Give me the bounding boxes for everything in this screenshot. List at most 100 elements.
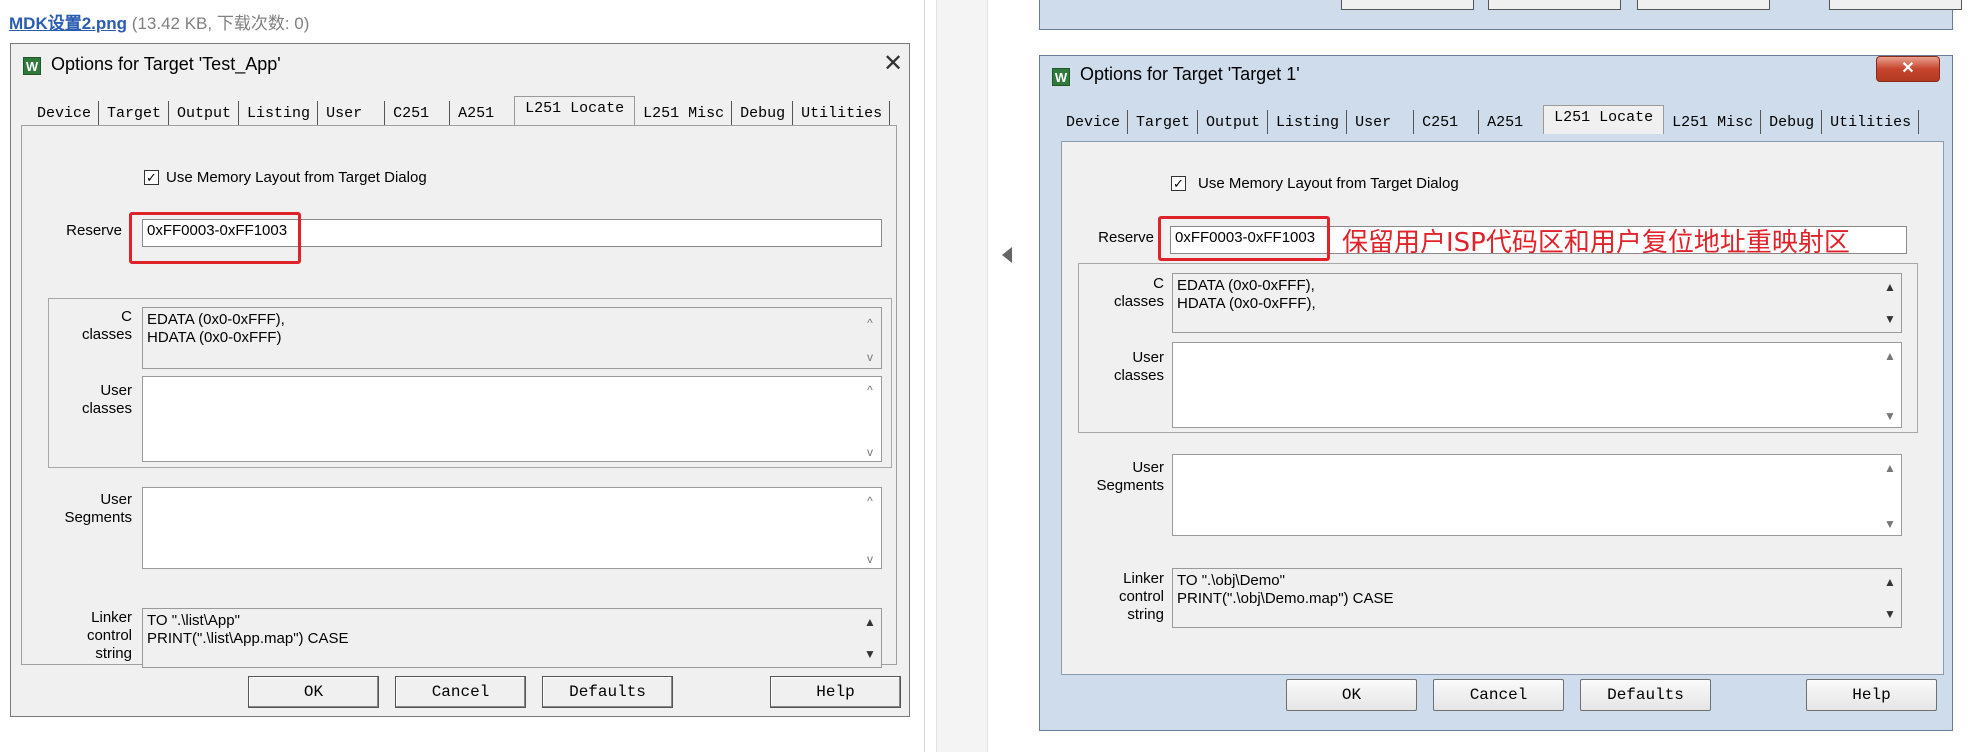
tab-l251-misc[interactable]: L251 Misc bbox=[635, 101, 733, 125]
tab-device[interactable]: Device bbox=[29, 101, 100, 125]
user-classes-field[interactable]: ▲ ▼ bbox=[1172, 342, 1902, 428]
tab-output[interactable]: Output bbox=[169, 101, 240, 125]
scroll-down-icon[interactable]: ▼ bbox=[1881, 605, 1899, 623]
attachment-file-link[interactable]: MDK设置2.png bbox=[9, 14, 127, 33]
tab-utilities[interactable]: Utilities bbox=[793, 101, 891, 125]
scroll-up-icon[interactable]: ▲ bbox=[1881, 278, 1899, 296]
tab-debug[interactable]: Debug bbox=[1761, 110, 1823, 134]
user-classes-label: User classes bbox=[81, 382, 132, 417]
tab-a251[interactable]: A251 bbox=[450, 101, 514, 125]
linker-line: TO ".\obj\Demo" bbox=[1177, 572, 1285, 589]
tab-panel: ✓ Use Memory Layout from Target Dialog R… bbox=[1061, 141, 1944, 675]
defaults-button[interactable]: Defaults bbox=[542, 676, 673, 708]
help-button[interactable]: Help bbox=[1806, 679, 1937, 711]
scroll-up-icon[interactable]: ^ bbox=[861, 494, 879, 508]
use-memory-layout-label: Use Memory Layout from Target Dialog bbox=[1198, 175, 1459, 192]
tab-panel: ✓ Use Memory Layout from Target Dialog R… bbox=[21, 125, 897, 668]
options-dialog-left: W Options for Target 'Test_App' ✕ Device… bbox=[10, 43, 910, 717]
scroll-up-icon[interactable]: ▲ bbox=[1881, 461, 1899, 475]
scroll-down-icon[interactable]: v bbox=[861, 348, 879, 366]
user-segments-field[interactable]: ▲ ▼ bbox=[1172, 454, 1902, 536]
annotation-text: 保留用户ISP代码区和用户复位地址重映射区 bbox=[1342, 228, 1850, 258]
scroll-down-icon[interactable]: ▼ bbox=[1881, 310, 1899, 328]
highlight-box bbox=[129, 212, 301, 264]
scroll-up-icon[interactable]: ▲ bbox=[861, 613, 879, 631]
c-classes-field: EDATA (0x0-0xFFF), HDATA (0x0-0xFFF), ▲ … bbox=[1172, 273, 1902, 333]
highlight-box bbox=[1158, 216, 1330, 261]
attachment-file-meta: (13.42 KB, 下载次数: 0) bbox=[131, 14, 310, 33]
tab-device[interactable]: Device bbox=[1058, 110, 1129, 134]
linker-line: PRINT(".\list\App.map") CASE bbox=[147, 630, 349, 647]
close-icon[interactable]: ✕ bbox=[883, 52, 903, 76]
linker-control-field: TO ".\list\App" PRINT(".\list\App.map") … bbox=[142, 608, 882, 668]
linker-control-label: Linker control string bbox=[86, 609, 132, 662]
remnant-button bbox=[1829, 0, 1962, 10]
uvision-target-icon: W bbox=[23, 57, 41, 75]
tab-user[interactable]: User bbox=[318, 101, 386, 125]
collapse-arrow-icon[interactable] bbox=[1002, 247, 1012, 263]
cancel-button[interactable]: Cancel bbox=[1433, 679, 1564, 711]
c-classes-line: HDATA (0x0-0xFFF) bbox=[147, 329, 282, 346]
c-classes-line: EDATA (0x0-0xFFF), bbox=[147, 311, 285, 328]
tab-debug[interactable]: Debug bbox=[732, 101, 794, 125]
close-icon[interactable]: ✕ bbox=[1876, 56, 1940, 82]
scroll-down-icon[interactable]: ▼ bbox=[861, 645, 879, 663]
remnant-button bbox=[1488, 0, 1621, 10]
dialog-title: Options for Target 'Target 1' bbox=[1080, 64, 1300, 84]
ok-button[interactable]: OK bbox=[1286, 679, 1417, 711]
scroll-down-icon[interactable]: ▼ bbox=[1881, 409, 1899, 423]
tab-l251-locate[interactable]: L251 Locate bbox=[1543, 105, 1665, 134]
c-classes-field: EDATA (0x0-0xFFF), HDATA (0x0-0xFFF) ^ v bbox=[142, 307, 882, 369]
remnant-button bbox=[1341, 0, 1474, 10]
uvision-target-icon: W bbox=[1052, 68, 1070, 86]
c-classes-label: C classes bbox=[81, 308, 132, 343]
ok-button[interactable]: OK bbox=[248, 676, 379, 708]
scroll-up-icon[interactable]: ▲ bbox=[1881, 573, 1899, 591]
scroll-down-icon[interactable]: v bbox=[861, 552, 879, 566]
c-classes-line: EDATA (0x0-0xFFF), bbox=[1177, 277, 1315, 294]
tab-bar: Device Target Output Listing User C251 A… bbox=[1058, 105, 1920, 134]
checkbox-checked-icon[interactable]: ✓ bbox=[144, 170, 159, 185]
divider bbox=[924, 0, 925, 752]
tab-user[interactable]: User bbox=[1347, 110, 1415, 134]
tab-l251-locate[interactable]: L251 Locate bbox=[514, 96, 636, 125]
use-memory-layout-label: Use Memory Layout from Target Dialog bbox=[166, 169, 427, 186]
tab-bar: Device Target Output Listing User C251 A… bbox=[29, 96, 891, 125]
user-segments-field[interactable]: ^ v bbox=[142, 487, 882, 569]
user-segments-label: User Segments bbox=[64, 491, 132, 526]
tab-utilities[interactable]: Utilities bbox=[1822, 110, 1920, 134]
tab-l251-misc[interactable]: L251 Misc bbox=[1664, 110, 1762, 134]
linker-line: TO ".\list\App" bbox=[147, 612, 240, 629]
image-separator-strip bbox=[936, 0, 988, 752]
tab-output[interactable]: Output bbox=[1198, 110, 1269, 134]
reserve-label: Reserve bbox=[66, 222, 122, 239]
attachment-header: MDK设置2.png (13.42 KB, 下载次数: 0) bbox=[9, 9, 309, 34]
scroll-up-icon[interactable]: ^ bbox=[861, 383, 879, 397]
c-classes-line: HDATA (0x0-0xFFF), bbox=[1177, 295, 1316, 312]
tab-a251[interactable]: A251 bbox=[1479, 110, 1543, 134]
help-button[interactable]: Help bbox=[770, 676, 901, 708]
scroll-up-icon[interactable]: ▲ bbox=[1881, 349, 1899, 363]
tab-c251[interactable]: C251 bbox=[385, 101, 451, 125]
scroll-up-icon[interactable]: ^ bbox=[861, 314, 879, 332]
tab-target[interactable]: Target bbox=[1128, 110, 1199, 134]
tab-listing[interactable]: Listing bbox=[1268, 110, 1348, 134]
tab-c251[interactable]: C251 bbox=[1414, 110, 1480, 134]
checkbox-checked-icon[interactable]: ✓ bbox=[1171, 176, 1186, 191]
reserve-label: Reserve bbox=[1098, 229, 1154, 246]
c-classes-label: C classes bbox=[1113, 275, 1164, 310]
remnant-button bbox=[1637, 0, 1770, 10]
scroll-down-icon[interactable]: ▼ bbox=[1881, 517, 1899, 531]
linker-line: PRINT(".\obj\Demo.map") CASE bbox=[1177, 590, 1394, 607]
scroll-down-icon[interactable]: v bbox=[861, 445, 879, 459]
tab-listing[interactable]: Listing bbox=[239, 101, 319, 125]
defaults-button[interactable]: Defaults bbox=[1580, 679, 1711, 711]
options-dialog-right: W Options for Target 'Target 1' ✕ Device… bbox=[1039, 55, 1953, 731]
user-classes-label: User classes bbox=[1113, 349, 1164, 384]
cancel-button[interactable]: Cancel bbox=[395, 676, 526, 708]
dialog-title: Options for Target 'Test_App' bbox=[51, 54, 281, 74]
linker-control-field: TO ".\obj\Demo" PRINT(".\obj\Demo.map") … bbox=[1172, 568, 1902, 628]
tab-target[interactable]: Target bbox=[99, 101, 170, 125]
linker-control-label: Linker control string bbox=[1118, 570, 1164, 623]
user-classes-field[interactable]: ^ v bbox=[142, 376, 882, 462]
